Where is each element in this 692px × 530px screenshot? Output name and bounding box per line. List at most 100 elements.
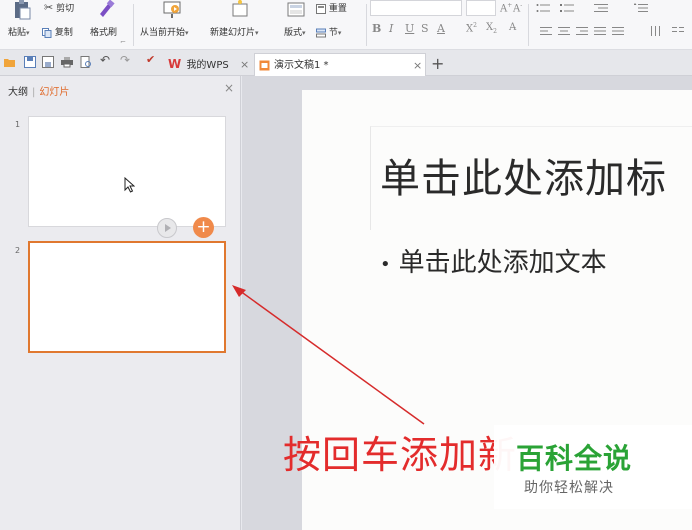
tab-my-wps[interactable]: W 我的WPS × [164,53,252,76]
annotation-arrow [232,285,425,425]
shrink-font-icon[interactable]: A- [513,2,522,14]
slides-panel: 大纲 | 幻灯片 × 1 + 2 [0,76,241,530]
from-current-dropdown-icon[interactable]: ▾ [185,29,189,37]
watermark-subtitle: 助你轻松解决 [524,480,614,496]
redo-icon[interactable]: ↷ [120,53,132,67]
cut-button[interactable]: ✂ 剪切 [44,1,74,14]
underline-icon[interactable]: U [405,22,414,35]
new-slide-button[interactable]: 新建幻灯片▾ [210,25,259,38]
from-current-icon[interactable] [162,0,182,20]
slide-thumbnail-1[interactable] [28,116,226,227]
watermark-title: 百科全说 [516,442,633,475]
strikethrough-icon[interactable]: S [421,22,429,35]
scissors-icon: ✂ [44,1,54,14]
add-slide-button[interactable]: + [193,217,214,238]
layout-dropdown-icon[interactable]: ▾ [302,29,306,37]
format-painter-icon[interactable] [96,0,116,20]
close-tab-icon[interactable]: × [240,53,249,76]
ribbon-separator [366,4,367,46]
paste-label: 粘贴 [8,28,27,38]
play-icon [165,224,171,232]
align-center-icon[interactable] [558,26,570,36]
watermark-logo: 百科全说 助你轻松解决 [494,425,692,509]
ribbon-separator [133,4,134,46]
ribbon-separator [528,4,529,46]
section-label: 节 [328,28,338,38]
save-as-icon[interactable] [42,56,54,68]
paste-icon[interactable] [12,0,32,20]
print-preview-icon[interactable] [80,56,92,68]
font-size-select[interactable] [466,0,496,16]
new-slide-label: 新建幻灯片 [210,28,256,38]
section-icon [316,28,326,37]
reset-button[interactable]: 重置 [316,1,347,14]
slides-group: 从当前开始▾ 新建幻灯片▾ 版式▾ 重置 节▾ [136,0,368,49]
save-icon[interactable] [24,56,36,68]
justify-icon[interactable] [594,26,606,36]
document-tab-bar: ↶ ↷ ✔ W 我的WPS × 演示文稿1 * × + [0,50,692,76]
clear-format-icon[interactable]: A̶ [509,22,516,33]
tab-slides[interactable]: 幻灯片 [39,87,69,98]
body-placeholder[interactable]: • 单击此处添加文本 [380,242,607,279]
align-left-icon[interactable] [540,26,552,36]
columns-icon[interactable] [672,26,684,36]
slide-number: 1 [15,120,21,129]
presentation-file-icon [259,60,270,71]
mouse-cursor-icon [124,177,135,193]
numbering-icon[interactable] [560,3,574,13]
title-placeholder[interactable]: 单击此处添加标 [380,146,667,204]
panel-tabs: 大纲 | 幻灯片 [8,83,69,98]
tab-outline[interactable]: 大纲 [8,87,28,98]
ribbon-toolbar: 粘贴▾ ✂ 剪切 复制 格式刷 ⌐ 从当前开始▾ 新建幻灯片▾ 版式▾ 重置 节… [0,0,692,50]
subscript-icon[interactable]: X2 [486,22,497,35]
superscript-icon[interactable]: X2 [466,22,477,34]
from-current-label: 从当前开始 [140,28,186,38]
close-panel-icon[interactable]: × [224,81,234,95]
clipboard-launcher-icon[interactable]: ⌐ [120,38,126,46]
wps-logo-icon: W [168,57,182,71]
new-slide-dropdown-icon[interactable]: ▾ [255,29,259,37]
open-folder-icon[interactable] [4,56,16,68]
line-spacing-icon[interactable] [634,3,648,13]
layout-icon[interactable] [286,0,306,20]
reset-icon [316,3,326,14]
copy-button[interactable]: 复制 [42,25,73,38]
print-icon[interactable] [61,56,73,68]
grow-font-icon[interactable]: A+ [500,2,512,14]
bullets-icon[interactable] [536,3,550,13]
bold-icon[interactable]: B [372,22,381,35]
slide-number: 2 [15,246,21,255]
play-slide-button[interactable] [157,218,177,238]
from-current-button[interactable]: 从当前开始▾ [140,25,189,38]
copy-label: 复制 [54,28,73,38]
section-dropdown-icon[interactable]: ▾ [338,29,342,37]
paste-button[interactable]: 粘贴▾ [8,25,30,38]
new-tab-icon[interactable]: + [431,54,444,73]
font-color-icon[interactable]: A [437,22,445,35]
annotation-text: 按回车添加新 [283,433,518,477]
align-right-icon[interactable] [576,26,588,36]
layout-button[interactable]: 版式▾ [284,25,306,38]
reset-label: 重置 [328,4,347,14]
panel-tab-divider: | [32,87,36,98]
paste-dropdown-icon[interactable]: ▾ [26,29,30,37]
tab-presentation[interactable]: 演示文稿1 * × [254,53,426,76]
close-tab-icon[interactable]: × [413,54,422,77]
body-placeholder-text: 单击此处添加文本 [398,248,607,278]
copy-icon [42,27,52,38]
indent-icon[interactable] [594,3,608,13]
section-button[interactable]: 节▾ [316,25,341,38]
customize-quick-access-icon[interactable]: ✔ [146,53,158,66]
clipboard-group: 粘贴▾ ✂ 剪切 复制 格式刷 ⌐ [0,0,130,49]
cut-label: 剪切 [56,4,75,14]
distributed-icon[interactable] [612,26,624,36]
font-name-select[interactable] [370,0,462,16]
text-direction-icon[interactable] [650,26,662,36]
tab-my-wps-label: 我的WPS [186,60,229,71]
italic-icon[interactable]: I [389,22,393,35]
slide-thumbnail-2[interactable] [28,241,226,353]
plus-icon: + [196,217,211,237]
undo-icon[interactable]: ↶ [100,53,112,67]
new-slide-icon[interactable] [230,0,250,20]
format-painter-label[interactable]: 格式刷 [90,25,117,38]
